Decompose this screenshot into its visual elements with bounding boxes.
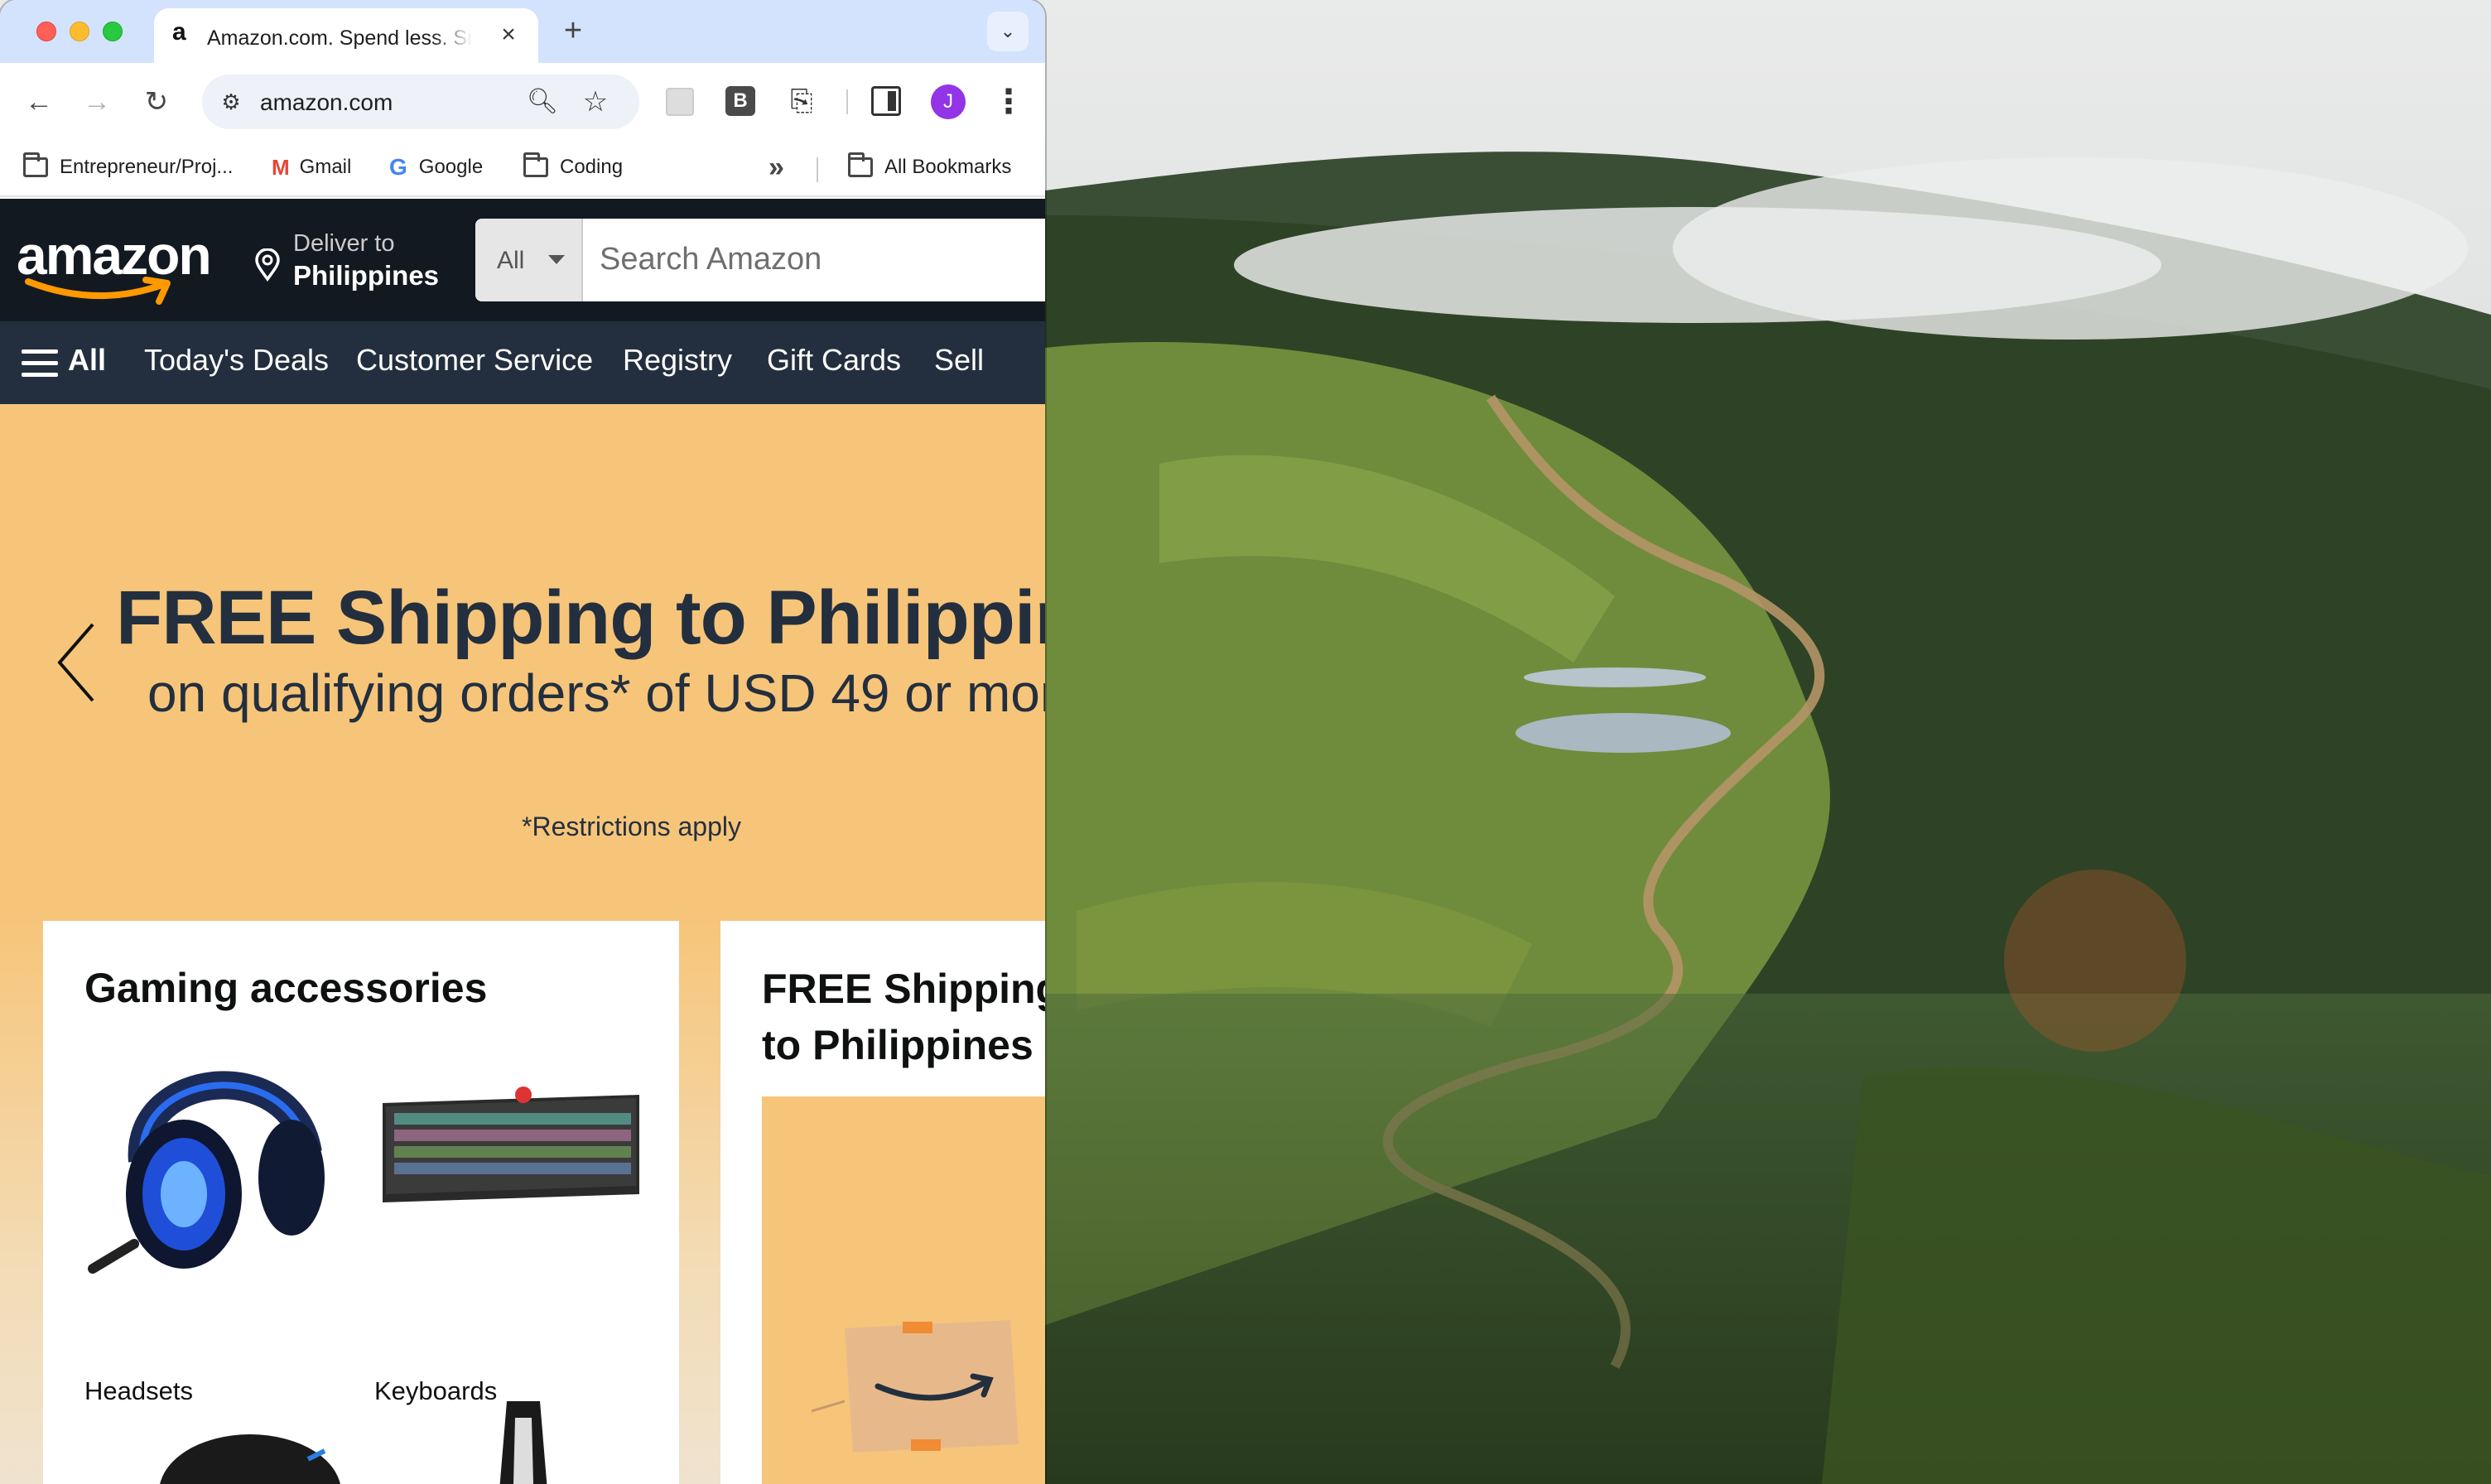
bookmark-label: Coding (560, 156, 624, 178)
toolbar-divider (846, 89, 848, 114)
tab-search-button[interactable]: ⌄ (987, 12, 1029, 51)
hero-headline: FREE Shipping to Philippines (116, 576, 1045, 660)
address-bar[interactable]: ⚙ amazon.com 🔍︎ ☆ (202, 75, 639, 129)
nav-customer-service[interactable]: Customer Service (356, 343, 593, 378)
reload-button[interactable]: ↻ (136, 81, 177, 123)
package-icon (812, 1320, 1019, 1453)
mouse-image (160, 1434, 340, 1484)
chevron-down-icon: ⌄ (1000, 21, 1016, 41)
hero-restrictions-note: *Restrictions apply (522, 812, 741, 841)
site-info-icon[interactable]: ⚙ (215, 86, 247, 118)
search-category-dropdown[interactable]: All (475, 219, 583, 301)
folder-icon (848, 152, 873, 177)
carousel-prev-icon[interactable] (55, 621, 96, 704)
zoom-icon[interactable]: 🔍︎ (525, 84, 560, 119)
caret-down-icon (548, 255, 565, 264)
bookmark-entrepreneur[interactable]: Entrepreneur/Proj... (23, 151, 233, 184)
browser-toolbar: ← → ↻ ⚙ amazon.com 🔍︎ ☆ B ⎘ J ⋮ (0, 63, 1045, 141)
bookmark-label: Gmail (299, 156, 352, 178)
shipping-image-panel[interactable] (762, 1096, 1045, 1484)
bookmarks-bar: Entrepreneur/Proj... M Gmail G Google Co… (0, 141, 1045, 197)
folder-icon (523, 152, 548, 177)
gmail-icon: M (272, 154, 290, 180)
back-icon: ← (25, 86, 53, 118)
bookmarks-divider (817, 157, 818, 182)
location-pin-icon (255, 248, 280, 282)
bookmark-coding[interactable]: Coding (523, 151, 623, 184)
headset-image (88, 1071, 325, 1274)
amazon-nav: All Today's Deals Customer Service Regis… (0, 321, 1045, 404)
keyboard-image (383, 1086, 639, 1202)
search-bar: All Search Amazon (475, 219, 1045, 301)
menu-icon[interactable]: ⋮ (990, 81, 1027, 123)
search-input[interactable]: Search Amazon (600, 242, 822, 277)
window-minimize-button[interactable] (70, 22, 89, 41)
bookmark-label: Google (418, 156, 484, 178)
extension-b-icon[interactable]: B (725, 86, 755, 116)
all-bookmarks-button[interactable]: All Bookmarks (848, 151, 1011, 184)
bookmark-star-icon[interactable]: ☆ (578, 84, 613, 119)
tab-amazon[interactable]: a Amazon.com. Spend less. Smile more. × (154, 8, 538, 63)
nav-sell[interactable]: Sell (934, 343, 984, 378)
amazon-logo[interactable]: amazon (17, 224, 222, 305)
bookmark-label: All Bookmarks (884, 156, 1012, 178)
hero-subline: on qualifying orders* of USD 49 or more (147, 663, 1045, 723)
tab-title: Amazon.com. Spend less. Smile more. (207, 26, 472, 50)
tile-headsets[interactable]: Headsets (84, 1037, 349, 1405)
reload-icon: ↻ (144, 86, 169, 118)
google-icon: G (389, 154, 407, 180)
amazon-favicon-icon: a (172, 18, 186, 46)
amazon-header: amazon Deliver to Philippines All Search… (0, 199, 1045, 321)
tile-label: Headsets (84, 1376, 193, 1405)
card-title[interactable]: Gaming accessories (84, 964, 487, 1012)
bookmarks-overflow-button[interactable]: » (768, 151, 784, 184)
bookmark-gmail[interactable]: M Gmail (272, 151, 351, 184)
profile-avatar[interactable]: J (931, 84, 966, 119)
tile-keyboards[interactable]: Keyboards (374, 1037, 648, 1405)
hamburger-menu-icon[interactable] (22, 349, 58, 378)
amazon-smile-icon (25, 277, 171, 305)
window-maximize-button[interactable] (103, 22, 123, 41)
url-text[interactable]: amazon.com (260, 89, 393, 116)
card-free-shipping: FREE Shipping to Philippines (720, 921, 1045, 1484)
bookmark-google[interactable]: G Google (389, 151, 483, 184)
back-button[interactable]: ← (18, 81, 60, 123)
browser-window: a Amazon.com. Spend less. Smile more. × … (0, 0, 1045, 1484)
deliver-location: Philippines (293, 260, 440, 291)
chair-image (499, 1401, 547, 1484)
deliver-to-label: Deliver to (293, 230, 395, 257)
side-panel-icon[interactable] (871, 86, 901, 116)
nav-all[interactable]: All (68, 343, 106, 378)
new-tab-button[interactable]: + (556, 15, 590, 48)
puzzle-icon[interactable]: ⎘ (783, 83, 820, 119)
forward-button[interactable]: → (76, 81, 118, 123)
nav-gift-cards[interactable]: Gift Cards (767, 343, 901, 378)
card-title[interactable]: FREE Shipping to Philippines (762, 961, 1045, 1073)
search-category-label: All (497, 247, 525, 274)
forward-icon: → (83, 86, 111, 118)
bookmark-label: Entrepreneur/Proj... (60, 156, 234, 178)
card-gaming-accessories: Gaming accessories Headsets Keyboards (43, 921, 679, 1484)
nav-todays-deals[interactable]: Today's Deals (144, 343, 329, 378)
extension-icon[interactable] (666, 88, 694, 116)
tab-strip: a Amazon.com. Spend less. Smile more. × … (0, 0, 1045, 63)
tab-close-icon[interactable]: × (495, 22, 522, 48)
window-close-button[interactable] (36, 22, 56, 41)
nav-registry[interactable]: Registry (623, 343, 732, 378)
folder-icon (23, 152, 48, 177)
